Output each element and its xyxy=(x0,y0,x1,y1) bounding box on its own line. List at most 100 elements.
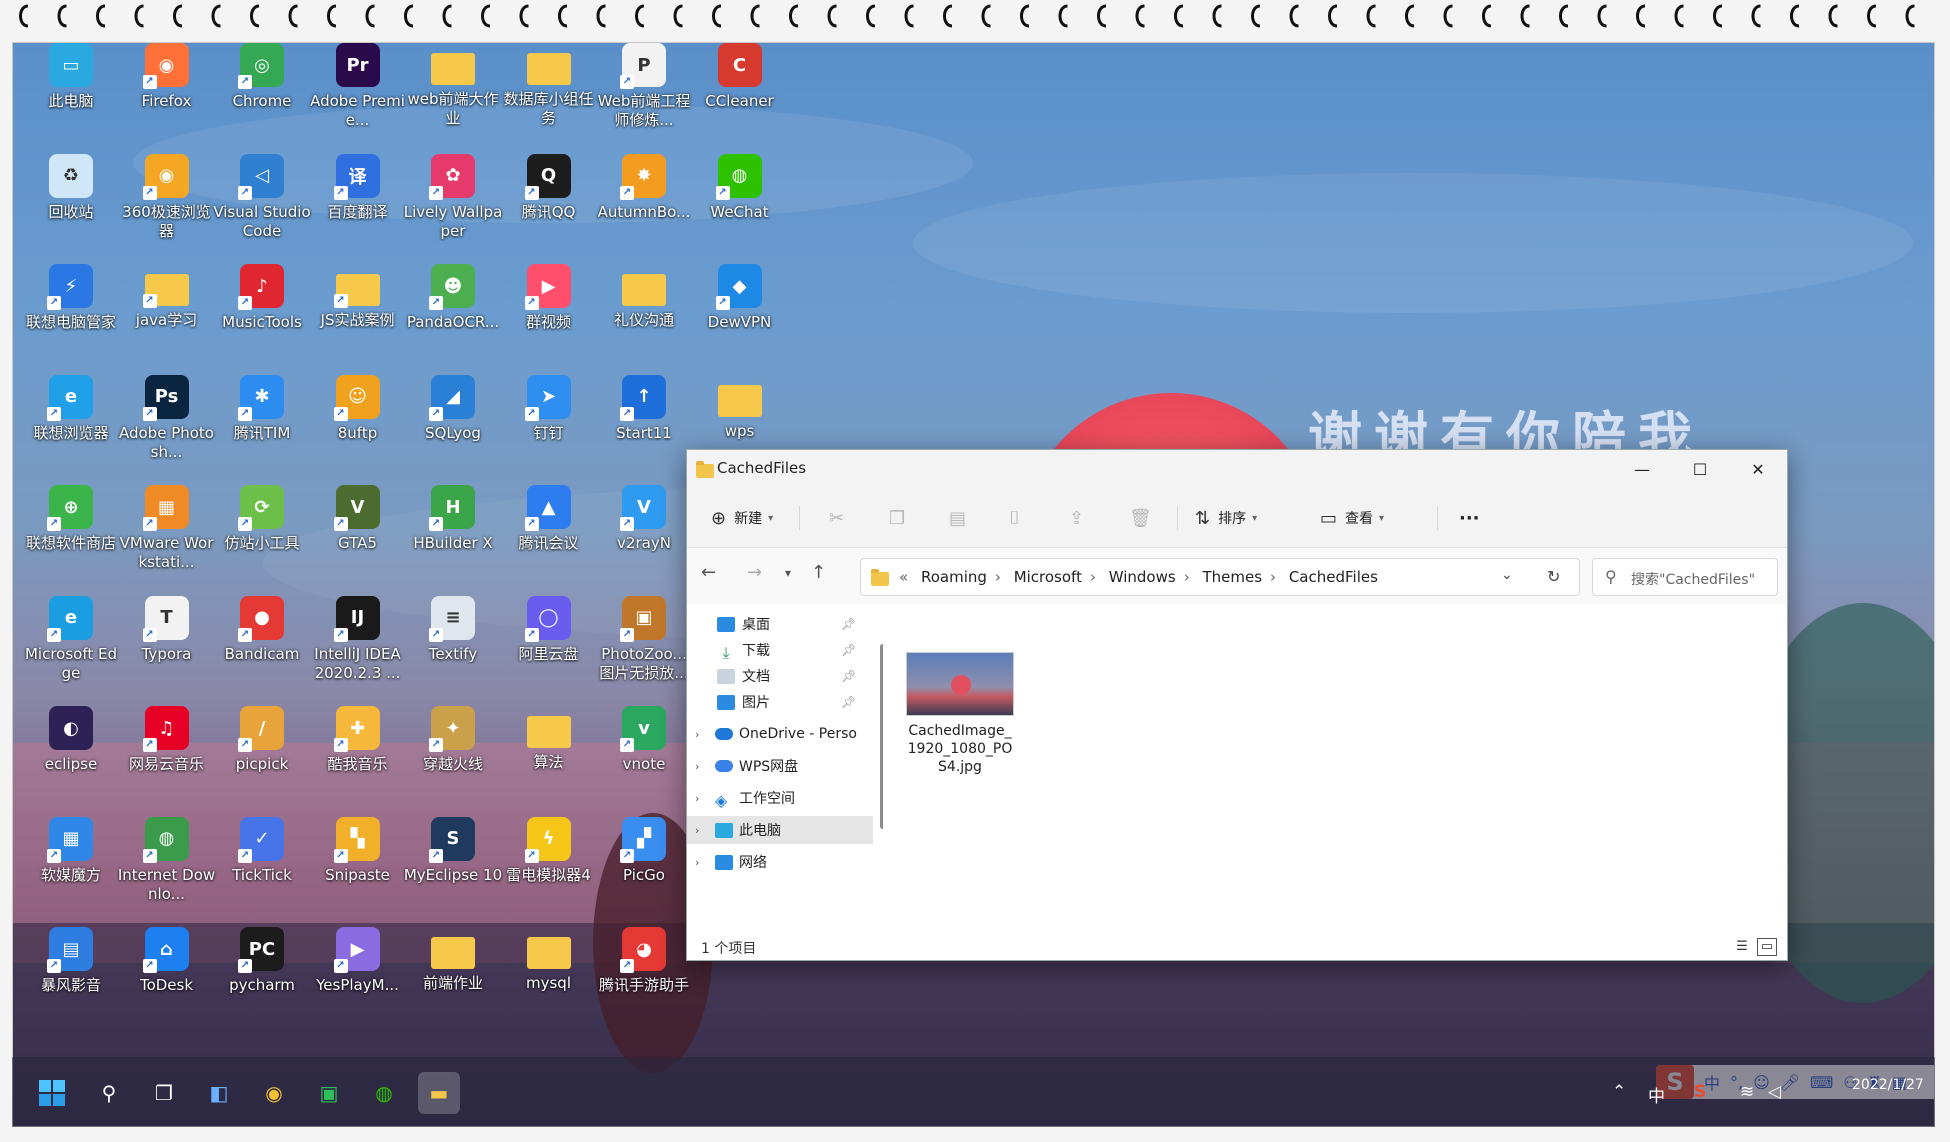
large-icons-view-icon[interactable]: ▭ xyxy=(1757,938,1777,956)
desktop-icon[interactable]: ▦ ↗ VMware Workstati... xyxy=(119,485,215,585)
desktop-icon[interactable]: ▲ ↗ 腾讯会议 xyxy=(501,485,597,585)
desktop-icon[interactable]: PC ↗ pycharm xyxy=(214,927,310,1027)
sort-button[interactable]: ⇅ 排序 ▾ xyxy=(1195,503,1257,533)
desktop-icon[interactable]: ◕ ↗ 腾讯手游助手 xyxy=(596,927,692,1027)
view-button[interactable]: ▭ 查看 ▾ xyxy=(1320,503,1384,533)
desktop-icon[interactable]: ▣ ↗ PhotoZoo... 图片无损放... xyxy=(596,595,692,696)
breadcrumb-item[interactable]: Themes xyxy=(1202,568,1262,586)
desktop-icon[interactable]: ✚ ↗ 酷我音乐 xyxy=(310,706,406,806)
desktop-icon[interactable]: ♻ 回收站 xyxy=(23,153,119,254)
desktop-icon[interactable]: ▤ ↗ 暴风影音 xyxy=(23,927,119,1027)
task-view-button[interactable]: ❐ xyxy=(143,1072,185,1114)
desktop-icon[interactable]: V ↗ GTA5 xyxy=(310,485,406,585)
desktop-icon[interactable]: C CCleaner xyxy=(692,43,788,143)
desktop-icon[interactable]: 礼仪沟通 xyxy=(596,264,692,364)
taskbar-file-explorer[interactable]: ▬ xyxy=(418,1072,460,1114)
desktop-icon[interactable]: ☻ ↗ PandaOCR... xyxy=(405,264,501,364)
desktop-icon[interactable]: ◉ ↗ Firefox xyxy=(119,43,215,143)
desktop-icon[interactable]: ◢ ↗ SQLyog xyxy=(405,374,501,475)
desktop-icon[interactable]: V ↗ v2rayN xyxy=(596,485,692,585)
taskbar-chrome[interactable]: ◉ xyxy=(253,1072,295,1114)
breadcrumb-item[interactable]: CachedFiles xyxy=(1289,568,1378,586)
expand-chevron-icon[interactable]: › xyxy=(695,824,699,837)
desktop-icon[interactable]: ▭ 此电脑 xyxy=(23,43,119,143)
forward-arrow-icon[interactable]: → xyxy=(747,562,762,583)
desktop-icon[interactable]: Q ↗ 腾讯QQ xyxy=(501,153,597,254)
file-item[interactable]: CachedImage_1920_1080_POS4.jpg xyxy=(905,652,1015,776)
desktop-icon[interactable]: ↑ ↗ Start11 xyxy=(596,374,692,475)
nav-item-pictures[interactable]: 图片 📌︎ xyxy=(687,688,873,716)
desktop-icon[interactable]: ✱ ↗ 腾讯TIM xyxy=(214,374,310,475)
desktop-icon[interactable]: ◉ ↗ 360极速浏览器 xyxy=(119,153,215,254)
nav-item-workspace[interactable]: › ◈ 工作空间 xyxy=(687,784,873,812)
search-box[interactable]: ⚲ 搜索"CachedFiles" xyxy=(1592,558,1778,596)
tray-date[interactable]: 2022/1/27 xyxy=(1852,1076,1924,1094)
desktop-icon[interactable]: 算法 xyxy=(501,706,597,806)
more-options-button[interactable]: ··· xyxy=(1459,503,1480,533)
new-button[interactable]: ⊕ 新建 ▾ xyxy=(711,503,773,533)
desktop-icon[interactable]: ⌂ ↗ ToDesk xyxy=(119,927,215,1027)
tray-overflow-chevron-icon[interactable]: ⌃ xyxy=(1612,1082,1626,1102)
cut-button[interactable]: ✂ xyxy=(829,503,852,533)
desktop-icon[interactable]: Pr Adobe Premie... xyxy=(310,43,406,143)
desktop-icon[interactable]: IJ ↗ IntelliJ IDEA 2020.2.3 ... xyxy=(310,595,406,696)
desktop-icon[interactable]: 译 ↗ 百度翻译 xyxy=(310,153,406,254)
delete-button[interactable]: 🗑︎ xyxy=(1129,503,1160,533)
volume-icon[interactable]: ◁ xyxy=(1768,1082,1781,1102)
desktop-icon[interactable]: mysql xyxy=(501,927,597,1027)
up-arrow-icon[interactable]: ↑ xyxy=(811,562,826,583)
back-arrow-icon[interactable]: ← xyxy=(701,562,716,583)
nav-item-network[interactable]: › 网络 xyxy=(687,848,873,876)
desktop-icon[interactable]: H ↗ HBuilder X xyxy=(405,485,501,585)
desktop-icon[interactable]: T ↗ Typora xyxy=(119,595,215,696)
desktop-icon[interactable]: ▞ ↗ PicGo xyxy=(596,816,692,917)
desktop-icon[interactable]: ✦ ↗ 穿越火线 xyxy=(405,706,501,806)
desktop-icon[interactable]: ≡ ↗ Textify xyxy=(405,595,501,696)
nav-item-this-pc[interactable]: › 此电脑 xyxy=(687,816,873,844)
nav-item-desktop[interactable]: 桌面 📌︎ xyxy=(687,610,873,638)
address-dropdown-chevron-icon[interactable]: ⌄ xyxy=(1501,567,1513,583)
search-button[interactable]: ⚲ xyxy=(88,1072,130,1114)
desktop-icon[interactable]: ↗ JS实战案例 xyxy=(310,264,406,364)
desktop-icon[interactable]: P ↗ Web前端工程师修炼... xyxy=(596,43,692,143)
expand-chevron-icon[interactable]: › xyxy=(695,792,699,805)
expand-chevron-icon[interactable]: › xyxy=(695,760,699,773)
desktop-icon[interactable]: ✓ ↗ TickTick xyxy=(214,816,310,917)
desktop-icon[interactable]: v ↗ vnote xyxy=(596,706,692,806)
desktop-icon[interactable]: ▶ ↗ 群视频 xyxy=(501,264,597,364)
nav-item-documents[interactable]: 文档 📌︎ xyxy=(687,662,873,690)
desktop-icon[interactable]: ● ↗ Bandicam xyxy=(214,595,310,696)
desktop-icon[interactable]: web前端大作业 xyxy=(405,43,501,143)
maximize-button[interactable]: ☐ xyxy=(1671,450,1729,488)
share-button[interactable]: ⇪ xyxy=(1069,503,1092,533)
desktop-icon[interactable]: / ↗ picpick xyxy=(214,706,310,806)
nav-item-wps-drive[interactable]: › WPS网盘 xyxy=(687,752,873,780)
desktop-icon[interactable]: 前端作业 xyxy=(405,927,501,1027)
copy-button[interactable]: ❐ xyxy=(889,503,913,533)
title-bar[interactable]: CachedFiles — ☐ ✕ xyxy=(687,450,1787,488)
desktop-icon[interactable]: ▦ ↗ 软媒魔方 xyxy=(23,816,119,917)
desktop-icon[interactable]: ◎ ↗ Chrome xyxy=(214,43,310,143)
desktop-icon[interactable]: ⟳ ↗ 仿站小工具 xyxy=(214,485,310,585)
nav-item-onedrive[interactable]: › OneDrive - Perso xyxy=(687,720,873,748)
taskbar-wechat[interactable]: ◍ xyxy=(363,1072,405,1114)
nav-item-downloads[interactable]: ⤓ 下载 📌︎ xyxy=(687,636,873,664)
tray-sogou-icon[interactable]: S xyxy=(1694,1082,1706,1102)
desktop-icon[interactable]: ➤ ↗ 钉钉 xyxy=(501,374,597,475)
desktop-icon[interactable]: ◆ ↗ DewVPN xyxy=(692,264,788,364)
desktop-icon[interactable]: ♫ ↗ 网易云音乐 xyxy=(119,706,215,806)
desktop-icon[interactable]: e ↗ Microsoft Edge xyxy=(23,595,119,696)
taskbar-app-green[interactable]: ▣ xyxy=(308,1072,350,1114)
desktop-icon[interactable]: e ↗ 联想浏览器 xyxy=(23,374,119,475)
rename-button[interactable]: ⌷ xyxy=(1009,503,1028,533)
close-button[interactable]: ✕ xyxy=(1729,450,1787,488)
address-bar[interactable]: « Roaming › Microsoft › Windows › Themes › C… xyxy=(860,558,1580,596)
desktop-icon[interactable]: 数据库小组任务 xyxy=(501,43,597,143)
desktop-icon[interactable]: ▚ ↗ Snipaste xyxy=(310,816,406,917)
recent-chevron-icon[interactable]: ▾ xyxy=(785,566,791,580)
desktop-icon[interactable]: Ps ↗ Adobe Photosh... xyxy=(119,374,215,475)
desktop-icon[interactable]: ✿ ↗ Lively Wallpaper xyxy=(404,153,502,254)
wifi-icon[interactable]: ≋ xyxy=(1740,1082,1754,1102)
desktop-icon[interactable]: S ↗ MyEclipse 10 xyxy=(404,816,502,917)
breadcrumb-overflow[interactable]: « xyxy=(899,568,908,586)
